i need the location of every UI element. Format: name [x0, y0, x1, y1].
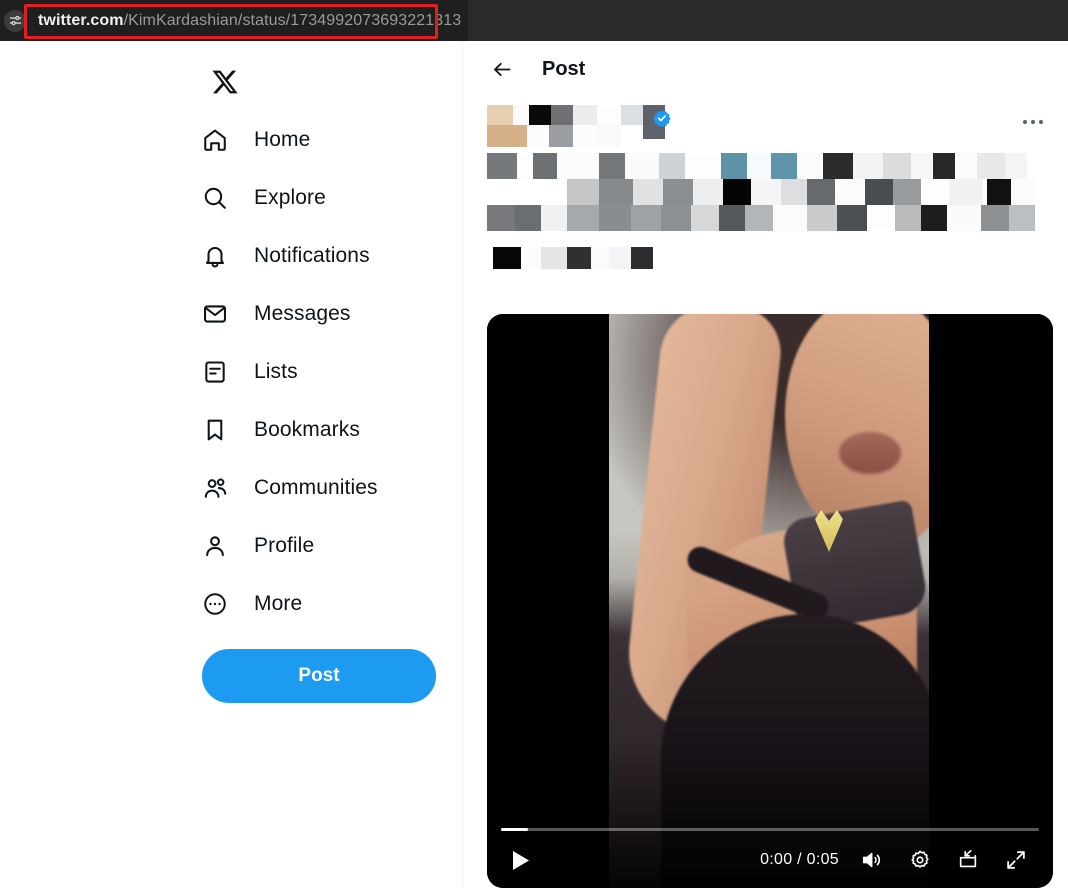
url-host: twitter.com [38, 11, 124, 29]
sidebar: Home Explore Notifications Messages List… [186, 41, 462, 888]
sidebar-item-label: Messages [254, 302, 351, 325]
sidebar-item-label: Bookmarks [254, 418, 360, 441]
dot [1039, 120, 1043, 124]
author-identity-redacted [487, 103, 1046, 151]
sidebar-item-label: Home [254, 128, 311, 151]
dot [1031, 120, 1035, 124]
tweet-text-mosaic [487, 153, 1035, 231]
author-row [463, 97, 1068, 151]
more-horizontal-icon[interactable] [1016, 105, 1050, 139]
sidebar-item-notifications[interactable]: Notifications [186, 227, 436, 285]
sidebar-item-label: More [254, 592, 303, 615]
x-logo[interactable] [196, 53, 254, 111]
post-button[interactable]: Post [202, 649, 436, 703]
tune-sliders-icon[interactable] [4, 9, 26, 32]
sidebar-item-lists[interactable]: Lists [186, 343, 436, 401]
people-icon [198, 471, 232, 505]
person-icon [198, 529, 232, 563]
sidebar-item-label: Profile [254, 534, 315, 557]
sidebar-item-label: Lists [254, 360, 298, 383]
sidebar-item-label: Explore [254, 186, 326, 209]
gear-icon[interactable] [903, 843, 937, 877]
verified-badge-icon [653, 109, 671, 128]
fullscreen-icon[interactable] [999, 843, 1033, 877]
video-progress-bar[interactable] [501, 828, 1039, 831]
video-progress-fill [501, 828, 528, 831]
author-mosaic [487, 105, 665, 147]
video-controls-row: 0:00 / 0:05 [487, 832, 1053, 888]
sidebar-item-home[interactable]: Home [186, 111, 436, 169]
video-controls: 0:00 / 0:05 [487, 820, 1053, 888]
volume-icon[interactable] [855, 843, 889, 877]
video-letterbox [487, 314, 1053, 888]
sidebar-item-explore[interactable]: Explore [186, 169, 436, 227]
back-arrow-icon[interactable] [485, 52, 519, 86]
page-title: Post [542, 57, 586, 80]
sidebar-item-messages[interactable]: Messages [186, 285, 436, 343]
sidebar-item-communities[interactable]: Communities [186, 459, 436, 517]
address-bar[interactable]: twitter.com/KimKardashian/status/1734992… [0, 0, 468, 41]
video-time-label: 0:00 / 0:05 [760, 851, 839, 868]
sidebar-item-bookmarks[interactable]: Bookmarks [186, 401, 436, 459]
video-still [609, 314, 929, 888]
tweet-text-redacted [487, 151, 1048, 233]
search-icon [198, 181, 232, 215]
more-circle-icon [198, 587, 232, 621]
url-text: twitter.com/KimKardashian/status/1734992… [38, 12, 461, 30]
post-header: Post [463, 41, 1068, 97]
home-icon [198, 123, 232, 157]
video-player[interactable]: 0:00 / 0:05 [487, 314, 1053, 888]
sidebar-item-more[interactable]: More [186, 575, 436, 633]
sidebar-item-label: Notifications [254, 244, 370, 267]
screen: twitter.com/KimKardashian/status/1734992… [0, 0, 1068, 888]
bookmark-icon [198, 413, 232, 447]
url-path: /KimKardashian/status/173499207369322131… [123, 11, 462, 29]
video-figure-lips [839, 432, 901, 474]
browser-toolbar: twitter.com/KimKardashian/status/1734992… [0, 0, 1068, 41]
play-icon[interactable] [503, 843, 537, 877]
bell-icon [198, 239, 232, 273]
picture-in-picture-icon[interactable] [951, 843, 985, 877]
list-icon [198, 355, 232, 389]
dot [1023, 120, 1027, 124]
sidebar-item-label: Communities [254, 476, 378, 499]
tweet-meta-mosaic [493, 247, 653, 269]
post-column: Post 0:00 / 0:05 [462, 41, 1068, 888]
tweet-meta-redacted [493, 247, 1048, 273]
envelope-icon [198, 297, 232, 331]
x-logo-icon [212, 70, 238, 94]
sidebar-item-profile[interactable]: Profile [186, 517, 436, 575]
